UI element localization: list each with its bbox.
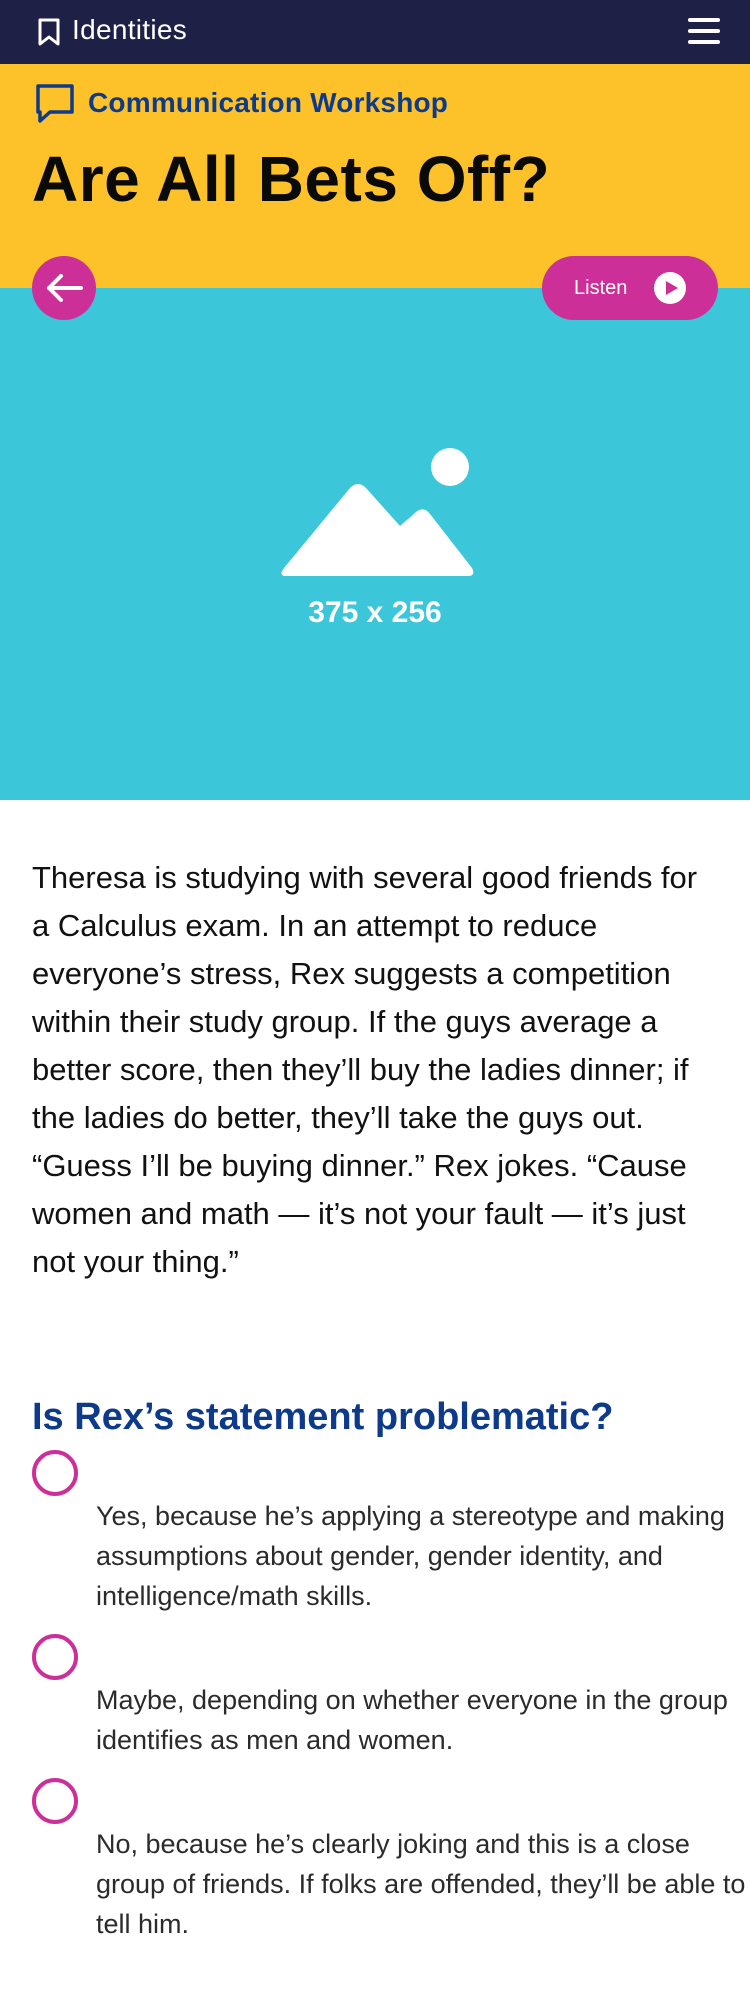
answer-option-label[interactable]: Maybe, depending on whether everyone in … <box>96 1680 750 1760</box>
scenario-text: Theresa is studying with several good fr… <box>32 860 698 1279</box>
hero-image: 375 x 256 <box>0 288 750 800</box>
app-brand[interactable]: Identities <box>72 14 187 46</box>
image-dimensions-label: 375 x 256 <box>308 596 442 629</box>
bookmark-icon[interactable] <box>36 18 62 46</box>
play-icon <box>654 272 686 304</box>
radio-button[interactable] <box>32 1778 78 1824</box>
listen-label: Listen <box>574 276 628 299</box>
answer-option-label[interactable]: No, because he’s clearly joking and this… <box>96 1824 750 1944</box>
back-button[interactable] <box>32 256 96 320</box>
category-text: Communication Workshop <box>88 87 449 118</box>
top-nav-bar: Identities <box>0 0 750 64</box>
arrow-left-icon <box>47 274 83 302</box>
category-label: Communication Workshop <box>34 82 448 124</box>
radio-button[interactable] <box>32 1634 78 1680</box>
speech-bubble-icon <box>36 84 74 123</box>
page-title: Are All Bets Off? <box>32 143 551 215</box>
listen-button[interactable]: Listen <box>542 256 718 320</box>
image-placeholder-icon <box>281 448 474 576</box>
answer-option-label[interactable]: Yes, because he’s applying a stereotype … <box>96 1496 750 1616</box>
radio-button[interactable] <box>32 1450 78 1496</box>
hamburger-menu-icon[interactable] <box>688 16 720 46</box>
question-heading: Is Rex’s statement problematic? <box>32 1396 614 1438</box>
hero-title-section: Communication Workshop Are All Bets Off? <box>0 64 750 288</box>
